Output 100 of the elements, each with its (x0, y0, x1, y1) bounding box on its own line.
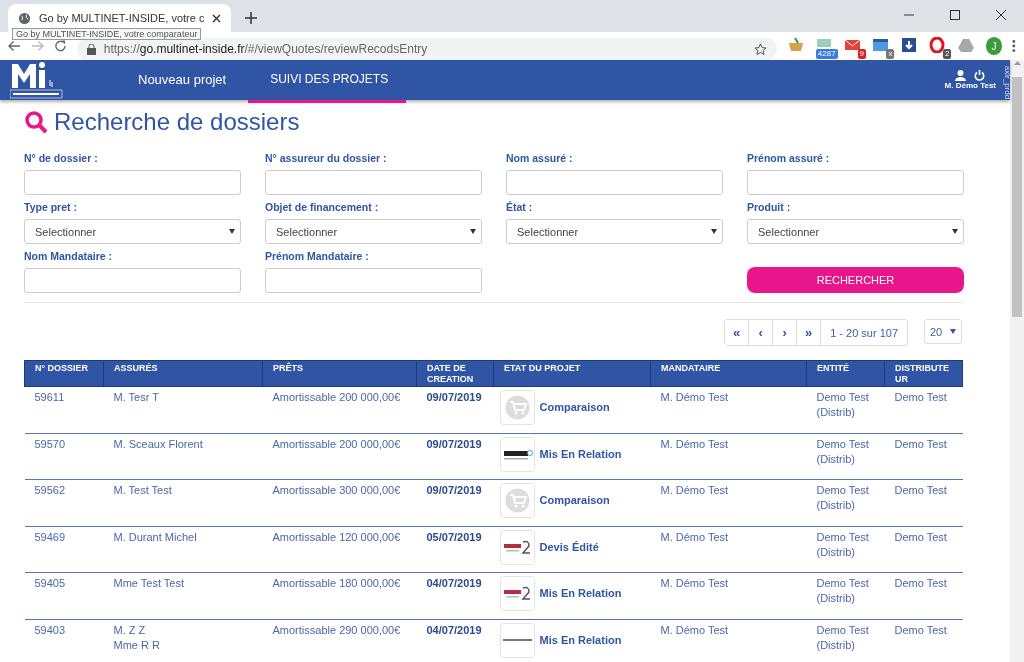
nav-tab[interactable]: Nouveau projet (116, 60, 249, 103)
column-header: ASSURÉS (103, 360, 263, 387)
lock-icon (86, 43, 96, 55)
caret-icon (711, 229, 717, 234)
maximize-icon[interactable] (950, 10, 960, 20)
field-label: Prénom Mandataire : (265, 250, 370, 262)
select-field[interactable]: Selectionner (265, 219, 482, 244)
select-field[interactable]: Selectionner (506, 219, 723, 244)
creation-date: 09/07/2019 (426, 484, 482, 496)
input-field[interactable] (506, 170, 723, 195)
insured-name: M. Durant Michel (113, 530, 197, 543)
insured-name: M. Tesr T (113, 391, 159, 403)
table-cell: M. Démo Test (650, 433, 807, 480)
table-cell: Demo Test (884, 619, 963, 662)
close-icon[interactable] (212, 13, 222, 23)
table-cell: Amortissable 180 000,00€ (262, 572, 417, 619)
creation-date: 05/07/2019 (426, 530, 482, 543)
project-status: Mis En Relation (539, 446, 622, 462)
table-cell: 59611 (24, 386, 104, 433)
reload-icon[interactable] (53, 39, 67, 53)
tooltip: Go by MULTINET-INSIDE, votre comparateur (12, 28, 202, 40)
project-status: Devis Édité (539, 539, 599, 555)
table-cell: Demo Test (884, 479, 963, 526)
menu-icon[interactable] (1012, 39, 1017, 53)
page-size-select[interactable]: 20 (924, 319, 962, 344)
input-field[interactable] (265, 268, 482, 293)
creation-date: 04/07/2019 (426, 577, 482, 589)
input-field[interactable] (24, 268, 241, 293)
insurer-logo (499, 436, 535, 472)
table-cell: Demo Test (884, 386, 963, 433)
caret-icon (952, 229, 958, 234)
input-field[interactable] (265, 170, 482, 195)
table-cell: M. Démo Test (650, 526, 807, 573)
star-icon[interactable] (753, 42, 767, 56)
table-cell: Demo Test (Distrib) (806, 433, 885, 480)
search-button[interactable]: RECHERCHER (747, 267, 964, 293)
field-label: N° assureur du dossier : (265, 152, 388, 164)
table-cell: Demo Test (Distrib) (806, 479, 885, 526)
select-field[interactable]: Selectionner (747, 219, 964, 244)
window-icon[interactable] (872, 37, 891, 53)
table-cell: Demo Test (Distrib) (806, 386, 885, 433)
creation-date: 09/07/2019 (426, 437, 482, 450)
badge-count: 2 (942, 49, 952, 59)
input-field[interactable] (24, 170, 241, 195)
download-icon[interactable] (900, 37, 919, 53)
caret-icon (470, 229, 476, 234)
table-cell: Amortissable 120 000,00€ (262, 526, 417, 573)
field-label: Nom Mandataire : (24, 250, 114, 262)
page-title: Recherche de dossiers (54, 108, 300, 136)
pagination-button[interactable]: « (725, 320, 750, 345)
forward-icon[interactable] (30, 39, 44, 53)
column-header: DISTRIBUTEUR (884, 360, 963, 387)
table-cell: Demo Test (Distrib) (806, 526, 885, 573)
table-cell: 59469 (24, 526, 104, 573)
insured-name: Mme Test Test (113, 577, 184, 589)
insurer-logo (499, 390, 535, 425)
caret-icon (229, 229, 235, 234)
column-header: ENTITÉ (806, 360, 885, 387)
insured-name: M. Sceaux Florent (113, 437, 203, 450)
tab-title: Go by MULTINET-INSIDE, votre c (39, 12, 205, 24)
table-cell: Demo Test (Distrib) (806, 619, 885, 662)
project-status: Mis En Relation (539, 632, 622, 648)
insurer-logo (499, 483, 535, 518)
column-header: DATE DE CREATION (416, 360, 494, 387)
project-status: Comparaison (539, 493, 610, 508)
user-icon[interactable] (955, 70, 967, 81)
address-bar[interactable]: https://go.multinet-inside.fr/#/viewQuotes/reviewRecodsEntry (76, 38, 777, 60)
table-cell: 59562 (24, 479, 104, 526)
project-status: Comparaison (539, 400, 610, 415)
insurer-logo (499, 576, 535, 611)
close-window-icon[interactable] (996, 10, 1006, 20)
insured-name: Mme R R (113, 638, 160, 651)
search-icon (24, 110, 48, 134)
table-cell: M. Démo Test (650, 479, 807, 526)
creation-date: 04/07/2019 (426, 623, 482, 636)
table-cell: M. Démo Test (650, 572, 807, 619)
select-field[interactable]: Selectionner (24, 219, 241, 244)
nav-tab[interactable]: SUIVI DES PROJETS (248, 60, 407, 103)
back-icon[interactable] (8, 39, 21, 53)
column-header: ETAT DU PROJET (493, 360, 651, 387)
mail-icon[interactable] (843, 37, 862, 53)
opera-icon[interactable] (928, 37, 947, 53)
profile-avatar[interactable]: J (985, 37, 1003, 55)
scrollbar-thumb[interactable] (1012, 77, 1022, 317)
globe-icon (18, 11, 31, 25)
table-cell: Demo Test (884, 433, 963, 480)
caret-icon (950, 329, 956, 334)
table-cell: Amortissable 200 000,00€ (262, 386, 417, 433)
new-tab-icon[interactable] (245, 12, 258, 24)
field-label: Objet de financement : (265, 201, 380, 213)
table-cell: 59405 (24, 572, 104, 619)
field-label: État : (506, 201, 534, 213)
basket-icon[interactable] (786, 37, 805, 53)
input-field[interactable] (747, 170, 964, 195)
power-icon[interactable] (974, 70, 986, 81)
table-cell: Amortissable 290 000,00€ (262, 619, 417, 662)
field-label: Prénom assuré : (747, 152, 831, 164)
column-header: MANDATAIRE (650, 360, 807, 387)
column-header: PRÊTS (262, 360, 417, 387)
insurer-logo (499, 622, 535, 658)
